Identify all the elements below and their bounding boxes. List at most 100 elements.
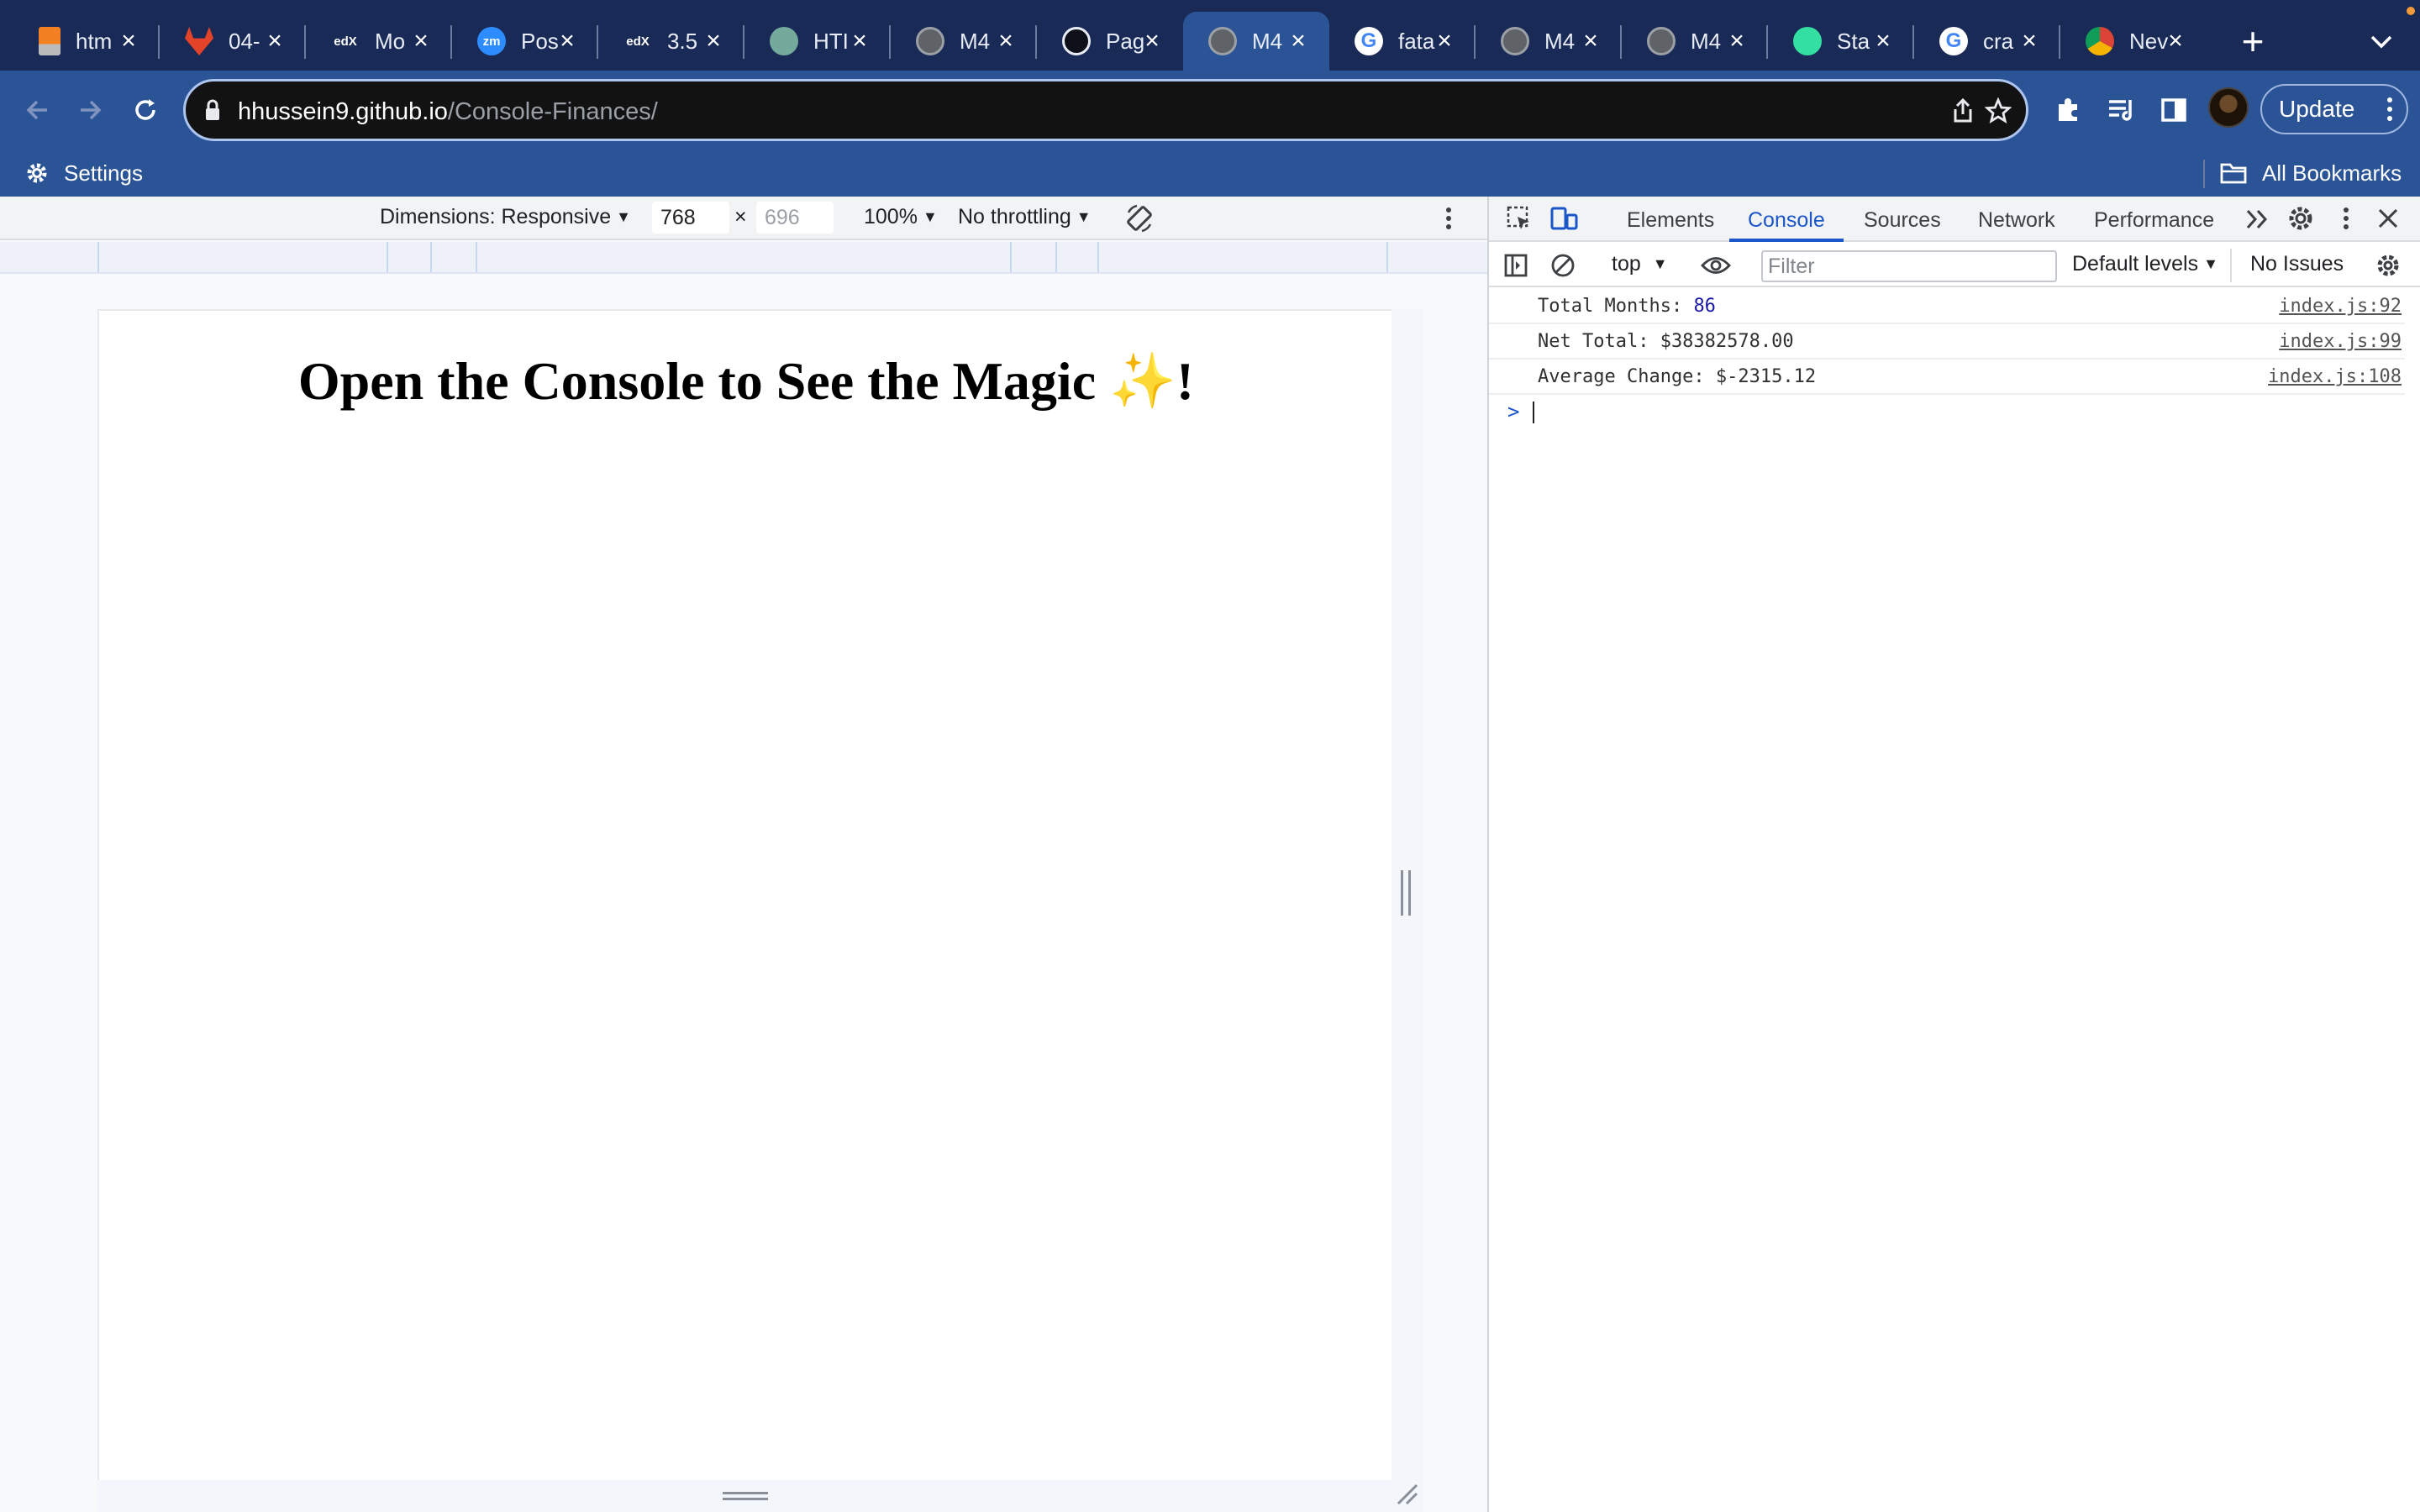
log-levels-label: Default levels [2072, 252, 2199, 276]
tab-close-icon[interactable]: × [2015, 27, 2044, 55]
device-toolbar: Dimensions: Responsive ▼ 768 × 696 100% ▼ … [0, 197, 1487, 240]
console-message: Net Total: $38382578.00 index.js:99 [1489, 324, 2405, 360]
bookmark-star-icon[interactable] [1977, 90, 2019, 132]
tab-close-icon[interactable]: × [553, 27, 581, 55]
back-button[interactable] [15, 87, 60, 133]
more-tabs-button[interactable] [2245, 208, 2269, 236]
live-expression-eye-icon[interactable] [1699, 249, 1733, 282]
tab-close-icon[interactable]: × [1723, 27, 1751, 55]
browser-tab[interactable]: M4 × [1183, 12, 1329, 71]
page-title: Open the Console to See the Magic ✨! [297, 351, 1195, 411]
google-icon: G [1355, 27, 1383, 55]
ruler-tick [97, 242, 99, 272]
bottom-resize-handle[interactable] [723, 1492, 768, 1500]
tab-search-icon[interactable] [2365, 25, 2398, 59]
zoom-label: 100% [864, 205, 918, 228]
forward-button[interactable] [67, 87, 113, 133]
all-bookmarks-button[interactable]: All Bookmarks [2220, 155, 2402, 192]
github-icon [1062, 27, 1091, 55]
browser-tab[interactable]: 04- × [160, 12, 306, 71]
emulated-viewport: Open the Console to See the Magic ✨! [97, 309, 1392, 1480]
inspect-element-icon[interactable] [1502, 202, 1536, 235]
console-source-link[interactable]: index.js:92 [2279, 296, 2402, 317]
console-input[interactable] [1533, 402, 1534, 423]
console-settings-icon[interactable] [2371, 249, 2405, 282]
tab-network[interactable]: Network [1978, 208, 2055, 233]
browser-tab[interactable]: M4 × [1622, 12, 1768, 71]
new-tab-button[interactable]: + [2232, 19, 2274, 63]
browser-tab[interactable]: zm Pos × [452, 12, 598, 71]
tab-console[interactable]: Console [1748, 208, 1825, 233]
console-source-link[interactable]: index.js:108 [2268, 366, 2402, 387]
close-devtools-icon[interactable] [2371, 202, 2405, 235]
tab-close-icon[interactable]: × [1576, 27, 1605, 55]
console-source-link[interactable]: index.js:99 [2279, 331, 2402, 352]
tab-close-icon[interactable]: × [1284, 27, 1313, 55]
clear-console-icon[interactable] [1546, 249, 1580, 282]
right-resize-handle[interactable] [1401, 870, 1411, 916]
extensions-icon[interactable] [2047, 89, 2089, 131]
browser-tab[interactable]: Nev × [2060, 12, 2207, 71]
tab-close-icon[interactable]: × [114, 27, 143, 55]
console-prompt-icon: > [1507, 400, 1520, 423]
tab-close-icon[interactable]: × [699, 27, 728, 55]
tab-close-icon[interactable]: × [992, 27, 1020, 55]
height-input[interactable]: 696 [756, 202, 834, 234]
dimensions-select[interactable]: Dimensions: Responsive ▼ [380, 205, 631, 229]
zoom-select[interactable]: 100% ▼ [864, 205, 938, 229]
device-more-icon[interactable] [1432, 202, 1465, 235]
issues-button[interactable]: No Issues [2250, 252, 2344, 276]
dimension-separator: × [734, 205, 747, 228]
globe-icon [916, 27, 944, 55]
tab-close-icon[interactable]: × [1138, 27, 1166, 55]
profile-avatar[interactable] [2208, 87, 2249, 128]
rotate-icon[interactable] [1123, 202, 1156, 235]
edx-icon: edX [334, 34, 357, 49]
tab-close-icon[interactable]: × [1430, 27, 1459, 55]
browser-tab[interactable]: edX Mo × [306, 12, 452, 71]
console-filter-input[interactable]: Filter [1761, 250, 2057, 282]
bookmarks-bar: Settings All Bookmarks [0, 150, 2420, 197]
tab-close-icon[interactable]: × [260, 27, 289, 55]
browser-tab[interactable]: Gcra × [1914, 12, 2060, 71]
media-query-ruler[interactable] [0, 242, 1487, 274]
tab-close-icon[interactable]: × [2161, 27, 2190, 55]
device-toggle-icon[interactable] [1548, 202, 1581, 235]
browser-tab[interactable]: Gfata × [1329, 12, 1476, 71]
browser-tab[interactable]: htm × [13, 12, 160, 71]
update-button[interactable]: Update [2260, 84, 2408, 134]
side-panel-icon[interactable] [2153, 89, 2195, 131]
reading-list-icon[interactable] [2101, 89, 2143, 131]
browser-tab[interactable]: Sta × [1768, 12, 1914, 71]
caret-down-icon: ▼ [2203, 255, 2218, 272]
log-levels-select[interactable]: Default levels ▼ [2072, 252, 2218, 276]
reload-button[interactable] [123, 87, 168, 133]
bookmark-settings[interactable]: Settings [25, 155, 143, 192]
caret-down-icon: ▼ [616, 208, 631, 225]
browser-tab[interactable]: edX 3.5 × [598, 12, 744, 71]
browser-tab[interactable]: M4 × [891, 12, 1037, 71]
browser-tab[interactable]: HTI × [744, 12, 891, 71]
caret-down-icon: ▼ [1652, 255, 1668, 272]
devtools-more-icon[interactable] [2329, 202, 2363, 235]
tab-close-icon[interactable]: × [845, 27, 874, 55]
throttling-select[interactable]: No throttling ▼ [958, 205, 1092, 229]
tab-close-icon[interactable]: × [407, 27, 435, 55]
google-icon: G [1939, 27, 1968, 55]
corner-resize-handle[interactable] [1395, 1482, 1418, 1505]
tab-sources[interactable]: Sources [1864, 208, 1941, 233]
browser-tab[interactable]: Pag × [1037, 12, 1183, 71]
tab-elements[interactable]: Elements [1627, 208, 1714, 233]
forward-arrow-icon [81, 100, 102, 120]
browser-tab[interactable]: M4 × [1476, 12, 1622, 71]
devtools-settings-icon[interactable] [2284, 202, 2317, 235]
address-bar[interactable]: hhussein9.github.io/Console-Finances/ [183, 79, 2028, 141]
width-input[interactable]: 768 [652, 202, 729, 234]
tab-performance[interactable]: Performance [2094, 208, 2214, 233]
sidebar-toggle-icon[interactable] [1499, 249, 1533, 282]
console-bar-divider [2230, 249, 2232, 282]
context-select[interactable]: top ▼ [1612, 252, 1668, 276]
console-message-text: Average Change: $-2315.12 [1538, 366, 1817, 387]
ruler-tick [430, 242, 432, 272]
tab-close-icon[interactable]: × [1869, 27, 1897, 55]
